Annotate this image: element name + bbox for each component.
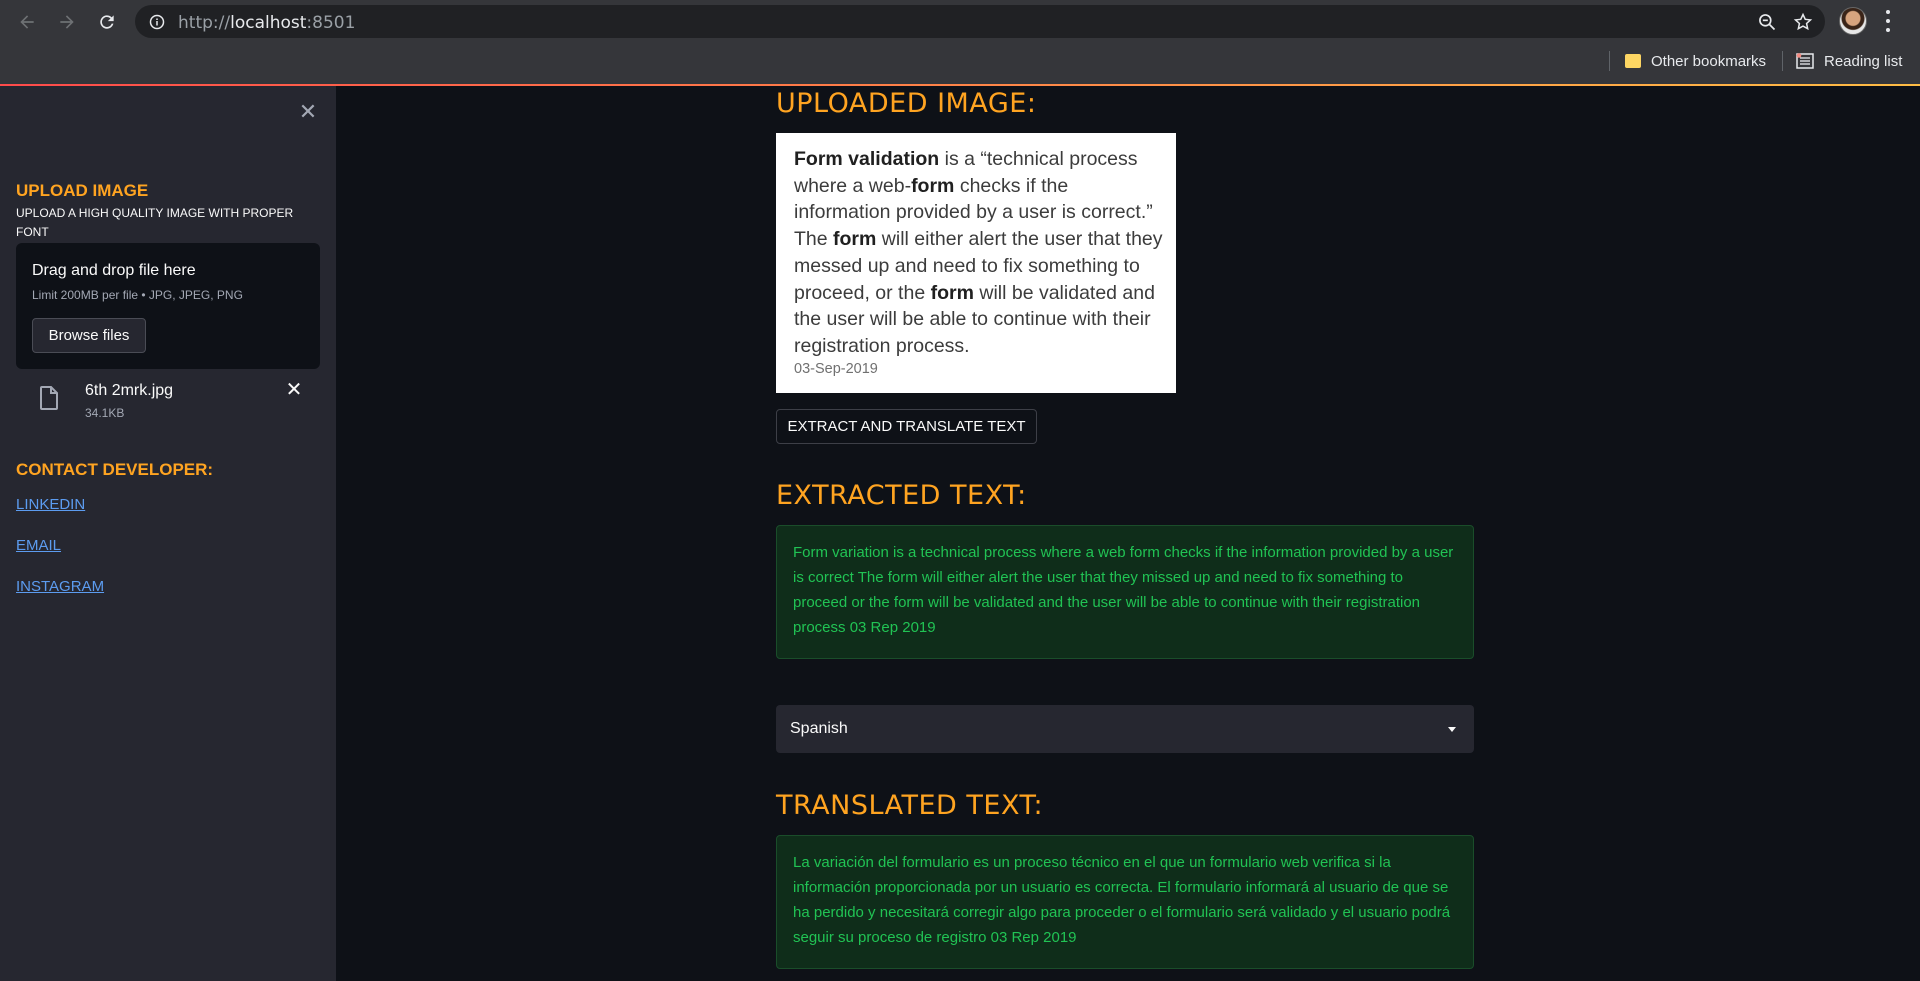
image-text: Form validation is a “technical process …: [794, 148, 1163, 357]
contact-heading: CONTACT DEVELOPER:: [16, 460, 214, 479]
reading-list-icon: [1796, 53, 1814, 69]
translated-text-box: La variación del formulario es un proces…: [776, 835, 1474, 969]
chevron-down-icon: [1448, 727, 1456, 732]
dropzone-title: Drag and drop file here: [32, 262, 196, 279]
reading-list[interactable]: Reading list: [1796, 50, 1902, 72]
uploaded-image-heading: UPLOADED IMAGE:: [776, 88, 1037, 119]
file-name: 6th 2mrk.jpg: [85, 382, 174, 399]
linkedin-link[interactable]: LINKEDIN: [16, 496, 85, 513]
reload-icon[interactable]: [94, 9, 120, 35]
instagram-link[interactable]: INSTAGRAM: [16, 578, 104, 595]
forward-icon[interactable]: [54, 9, 80, 35]
image-date: 03-Sep-2019: [794, 361, 878, 377]
url-text: http://localhost:8501: [178, 13, 356, 33]
language-selected-value: Spanish: [790, 720, 848, 737]
info-icon[interactable]: [149, 14, 165, 30]
translated-text-heading: TRANSLATED TEXT:: [776, 790, 1044, 821]
upload-heading: UPLOAD IMAGE: [16, 181, 149, 200]
folder-icon: [1625, 54, 1641, 68]
extract-translate-button[interactable]: EXTRACT AND TRANSLATE TEXT: [776, 409, 1037, 444]
dropzone-limit: Limit 200MB per file • JPG, JPEG, PNG: [32, 288, 243, 302]
other-bookmarks-label: Other bookmarks: [1651, 52, 1767, 70]
extracted-text-heading: EXTRACTED TEXT:: [776, 480, 1027, 511]
remove-file-icon[interactable]: ✕: [284, 380, 304, 400]
sidebar: ✕ UPLOAD IMAGE UPLOAD A HIGH QUALITY IMA…: [0, 86, 336, 981]
bookmark-star-icon[interactable]: [1793, 12, 1813, 32]
language-select[interactable]: Spanish: [776, 705, 1474, 753]
email-link[interactable]: EMAIL: [16, 537, 61, 554]
uploaded-file: 6th 2mrk.jpg 34.1KB ✕: [16, 376, 320, 426]
profile-avatar[interactable]: [1839, 7, 1867, 35]
close-sidebar-icon[interactable]: ✕: [298, 101, 318, 123]
file-icon: [40, 386, 58, 410]
extracted-text-box: Form variation is a technical process wh…: [776, 525, 1474, 659]
uploaded-image: Form validation is a “technical process …: [776, 133, 1176, 393]
browser-toolbar: http://localhost:8501 Other bookmarks Re…: [0, 0, 1920, 84]
upload-subtitle: UPLOAD A HIGH QUALITY IMAGE WITH PROPER …: [16, 206, 294, 239]
other-bookmarks[interactable]: Other bookmarks: [1625, 50, 1766, 72]
menu-kebab-icon[interactable]: [1886, 10, 1892, 32]
file-dropzone[interactable]: Drag and drop file here Limit 200MB per …: [16, 243, 320, 369]
address-bar[interactable]: http://localhost:8501: [135, 5, 1825, 38]
browse-files-button[interactable]: Browse files: [32, 318, 146, 353]
file-size: 34.1KB: [85, 406, 125, 420]
back-icon[interactable]: [14, 9, 40, 35]
zoom-out-icon[interactable]: [1757, 12, 1777, 32]
reading-list-label: Reading list: [1824, 52, 1903, 70]
